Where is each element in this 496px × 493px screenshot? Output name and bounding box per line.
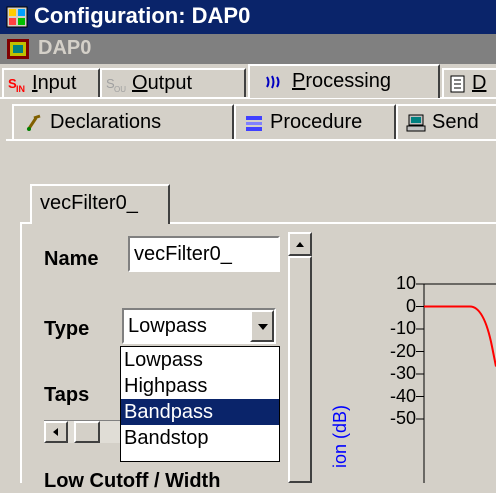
type-select-value: Lowpass bbox=[128, 315, 207, 337]
scroll-thumb[interactable] bbox=[288, 256, 312, 483]
y-tick-label: -50 bbox=[389, 408, 416, 428]
computer-icon bbox=[406, 114, 426, 132]
type-option-lowpass[interactable]: Lowpass bbox=[121, 347, 279, 373]
taps-slider-thumb[interactable] bbox=[74, 421, 100, 443]
tab-vecfilter[interactable]: vecFilter0_ bbox=[30, 184, 170, 224]
type-option-bandstop[interactable]: Bandstop bbox=[121, 425, 279, 451]
name-field-value: vecFilter0_ bbox=[134, 243, 232, 265]
type-label: Type bbox=[44, 318, 90, 340]
y-tick-label: -10 bbox=[389, 318, 416, 338]
arrow-left-icon bbox=[53, 428, 58, 436]
type-dropdown-button[interactable] bbox=[250, 310, 274, 342]
y-tick-label: -40 bbox=[389, 385, 416, 406]
tab-processing-label: Processing bbox=[292, 70, 391, 92]
arrow-up-icon bbox=[296, 242, 304, 247]
name-label: Name bbox=[44, 248, 99, 270]
y-tick-label: -30 bbox=[389, 363, 416, 383]
chart-y-axis-label: ion (dB) bbox=[330, 404, 350, 468]
tab-output-label: Output bbox=[132, 72, 193, 94]
taps-label: Taps bbox=[44, 384, 90, 406]
subtab-declarations-label: Declarations bbox=[50, 111, 162, 133]
document-icon bbox=[450, 75, 465, 93]
processing-icon bbox=[266, 75, 280, 89]
tab-input[interactable]: S IN Input bbox=[2, 68, 100, 98]
tab-d[interactable]: D bbox=[442, 68, 496, 98]
form-scrollbar[interactable] bbox=[288, 232, 312, 483]
subtab-send-label: Send bbox=[432, 111, 479, 133]
y-tick-label: 0 bbox=[405, 295, 416, 316]
subtabs-panel-edge bbox=[6, 139, 496, 141]
scroll-up-button[interactable] bbox=[288, 232, 312, 256]
name-field[interactable]: vecFilter0_ bbox=[128, 236, 280, 272]
type-select[interactable]: Lowpass bbox=[122, 308, 276, 344]
cutoff-label: Low Cutoff / Width bbox=[44, 470, 221, 492]
device-bar: DAP0 bbox=[0, 34, 496, 64]
filter-panel-border bbox=[20, 222, 22, 483]
type-option-highpass[interactable]: Highpass bbox=[121, 373, 279, 399]
title-bar[interactable]: Configuration: DAP0 bbox=[0, 0, 496, 34]
subtab-send[interactable]: Send bbox=[396, 104, 496, 140]
chevron-down-icon bbox=[258, 324, 268, 330]
taps-slider[interactable] bbox=[44, 420, 120, 443]
tab-d-label: D bbox=[472, 72, 487, 94]
svg-text:IN: IN bbox=[16, 84, 25, 93]
subtab-procedure-label: Procedure bbox=[270, 111, 363, 133]
input-icon: S IN bbox=[8, 76, 25, 93]
y-tick-label: 10 bbox=[395, 273, 416, 293]
type-option-bandpass[interactable]: Bandpass bbox=[121, 399, 279, 425]
taps-slider-left-button[interactable] bbox=[44, 421, 68, 443]
svg-text:OUT: OUT bbox=[114, 85, 126, 93]
subtab-declarations[interactable]: Declarations bbox=[12, 104, 234, 140]
tab-vecfilter-label: vecFilter0_ bbox=[40, 192, 138, 214]
output-icon: S OUT bbox=[106, 76, 126, 93]
subtab-procedure[interactable]: Procedure bbox=[234, 104, 396, 140]
type-options-list[interactable]: Lowpass Highpass Bandpass Bandstop bbox=[120, 346, 280, 462]
filter-panel-edge-right bbox=[170, 222, 496, 224]
tab-input-label: Input bbox=[32, 72, 77, 94]
y-tick-label: -20 bbox=[389, 340, 416, 361]
tab-processing[interactable]: Processing bbox=[248, 64, 440, 98]
declarations-icon bbox=[26, 114, 41, 131]
procedure-icon bbox=[246, 116, 262, 131]
app-icon bbox=[6, 6, 28, 28]
window-title: Configuration: DAP0 bbox=[34, 3, 251, 28]
tab-output[interactable]: S OUT Output bbox=[100, 68, 246, 98]
chip-icon bbox=[7, 39, 29, 59]
device-name: DAP0 bbox=[38, 37, 92, 59]
